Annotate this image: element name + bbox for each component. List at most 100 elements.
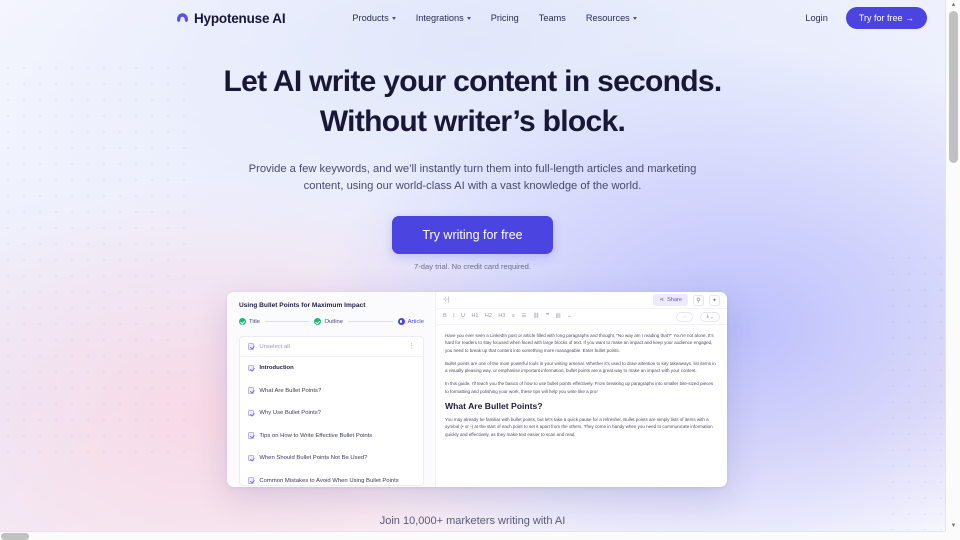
trial-note: 7-day trial. No credit card required. xyxy=(414,262,531,272)
vertical-scrollbar[interactable]: ▲ ▼ xyxy=(945,0,960,531)
chevron-down-icon xyxy=(391,17,396,20)
nav-item-resources[interactable]: Resources xyxy=(586,13,637,23)
checkbox-icon[interactable] xyxy=(248,387,255,394)
checkbox-icon[interactable] xyxy=(248,364,255,371)
page-title: Let AI write your content in seconds. Wi… xyxy=(0,62,945,141)
login-link[interactable]: Login xyxy=(805,13,827,23)
kebab-menu-icon[interactable]: ⋮ xyxy=(408,343,415,350)
align-icon[interactable]: ≡ xyxy=(512,313,515,319)
checkbox-icon[interactable] xyxy=(248,477,255,484)
outline-item-label: Introduction xyxy=(259,365,294,371)
outline-item-label: Common Mistakes to Avoid When Using Bull… xyxy=(259,477,399,484)
checkbox-icon[interactable] xyxy=(248,409,255,417)
hero-cta-group: Try writing for free 7-day trial. No cre… xyxy=(0,216,945,271)
stepper-connector xyxy=(264,321,310,322)
checkbox-icon[interactable] xyxy=(248,343,255,350)
checkbox-icon[interactable] xyxy=(248,432,255,439)
horizontal-scrollbar[interactable] xyxy=(0,531,960,540)
editor-paragraph: Bullet points are one of the most powerf… xyxy=(445,360,716,374)
editor-content[interactable]: Have you ever seen a LinkedIn post or ar… xyxy=(436,325,727,487)
outline-item-label: Tips on How to Write Effective Bullet Po… xyxy=(259,432,373,439)
editor-format-toolbar: B I U H1 H2 H3 ≡ ☰ ⛓ ❞ ▥ ⌄ ◌ ⤓ ⌄ xyxy=(436,309,727,325)
plagiarism-check-icon[interactable]: ⚲ xyxy=(693,294,704,306)
step-title-label: Title xyxy=(249,318,260,325)
editor-paragraph: Have you ever seen a LinkedIn post or ar… xyxy=(445,333,714,353)
outline-list: Unselect all ⋮ Introduction What Are Bul… xyxy=(239,336,424,486)
hero-subheadline: Provide a few keywords, and we’ll instan… xyxy=(248,163,697,192)
list-item[interactable]: Why Use Bullet Points? xyxy=(240,402,423,425)
nav-item-products[interactable]: Products xyxy=(352,13,396,23)
step-title[interactable]: Title xyxy=(239,318,260,325)
heading-2-icon[interactable]: H2 xyxy=(485,313,492,319)
vertical-scrollbar-thumb[interactable] xyxy=(949,11,958,163)
outline-item-label: What Are Bullet Points? xyxy=(259,387,322,394)
heading-1-icon[interactable]: H1 xyxy=(472,313,479,319)
unselect-all-row[interactable]: Unselect all ⋮ xyxy=(240,337,423,357)
nav-item-pricing[interactable]: Pricing xyxy=(491,13,519,23)
progress-stepper: Title Outline Article xyxy=(239,318,424,325)
sparkle-icon[interactable]: ✦ xyxy=(709,294,720,306)
share-button-label: Share xyxy=(667,297,682,303)
brand-name: Hypotenuse AI xyxy=(194,10,286,26)
try-for-free-button[interactable]: Try for free → xyxy=(845,7,927,29)
chevron-down-icon xyxy=(466,17,471,20)
step-article[interactable]: Article xyxy=(397,318,424,325)
table-icon[interactable]: ▥ xyxy=(555,313,560,319)
list-item[interactable]: Common Mistakes to Avoid When Using Bull… xyxy=(240,470,423,485)
social-proof-text: Join 10,000+ marketers writing with AI xyxy=(379,515,566,527)
try-writing-for-free-button[interactable]: Try writing for free xyxy=(392,216,553,255)
unselect-all-label: Unselect all xyxy=(259,343,290,350)
bullet-list-icon[interactable]: ☰ xyxy=(521,313,526,319)
history-icon[interactable]: ◌ xyxy=(675,311,694,322)
stepper-connector xyxy=(348,321,393,322)
editor-paragraph: You may already be familiar with bullet … xyxy=(445,416,713,437)
nav-item-resources-label: Resources xyxy=(585,13,630,23)
heading-3-icon[interactable]: H3 xyxy=(498,313,505,319)
caret-up-icon[interactable]: ▲ xyxy=(946,0,960,10)
headline-line-2: Without writer’s block. xyxy=(319,104,626,138)
step-outline[interactable]: Outline xyxy=(314,318,343,325)
quote-icon[interactable]: ❞ xyxy=(546,313,549,319)
list-item[interactable]: What Are Bullet Points? xyxy=(240,380,423,403)
editor-paragraph: In this guide, I'll teach you the basics… xyxy=(445,381,714,394)
bold-icon[interactable]: B xyxy=(443,313,447,319)
italic-icon[interactable]: I xyxy=(453,313,455,319)
share-icon: ⋖ xyxy=(659,297,665,303)
active-step-icon xyxy=(397,318,405,325)
brand-logo[interactable]: Hypotenuse AI xyxy=(176,10,286,26)
product-screenshot: Using Bullet Points for Maximum Impact T… xyxy=(227,292,727,487)
list-item[interactable]: Tips on How to Write Effective Bullet Po… xyxy=(240,425,423,448)
list-item[interactable]: When Should Bullet Points Not Be Used? xyxy=(240,447,423,470)
outline-panel: Using Bullet Points for Maximum Impact T… xyxy=(227,292,436,487)
top-navigation-bar: Hypotenuse AI Products Integrations Pric… xyxy=(0,0,945,36)
nav-item-pricing-label: Pricing xyxy=(490,13,519,23)
nav-item-integrations-label: Integrations xyxy=(415,13,464,23)
horizontal-scrollbar-thumb[interactable] xyxy=(1,533,29,540)
underline-icon[interactable]: U xyxy=(461,313,465,319)
checkbox-icon[interactable] xyxy=(248,454,255,462)
share-button[interactable]: ⋖ Share xyxy=(653,294,688,306)
nav-item-integrations[interactable]: Integrations xyxy=(416,13,471,23)
decorative-dot-grid-right xyxy=(885,250,945,530)
check-circle-icon xyxy=(314,318,322,325)
outline-item-label: Why Use Bullet Points? xyxy=(259,410,321,417)
download-icon[interactable]: ⤓ ⌄ xyxy=(699,311,720,322)
chevron-down-icon xyxy=(632,17,637,20)
editor-heading: What Are Bullet Points? xyxy=(445,400,543,411)
nav-item-teams-label: Teams xyxy=(538,13,566,23)
caret-down-icon[interactable]: ▼ xyxy=(946,521,960,531)
more-options-icon[interactable]: ⌄ xyxy=(567,313,572,319)
nav-item-products-label: Products xyxy=(352,13,389,23)
headline-line-1: Let AI write your content in seconds. xyxy=(223,65,722,98)
nav-right-group: Login Try for free → xyxy=(805,7,927,29)
hypotenuse-logo-icon xyxy=(176,12,189,25)
check-circle-icon xyxy=(239,318,246,325)
nav-item-teams[interactable]: Teams xyxy=(539,13,566,23)
list-item[interactable]: Introduction xyxy=(240,357,423,380)
step-outline-label: Outline xyxy=(324,318,344,325)
editor-top-toolbar: ⊹| ⋖ Share ⚲ ✦ xyxy=(436,292,727,309)
hero-section: Let AI write your content in seconds. Wi… xyxy=(0,62,945,271)
add-block-icon[interactable]: ⊹| xyxy=(443,297,450,303)
page-root: Hypotenuse AI Products Integrations Pric… xyxy=(0,0,945,531)
link-icon[interactable]: ⛓ xyxy=(533,313,540,319)
